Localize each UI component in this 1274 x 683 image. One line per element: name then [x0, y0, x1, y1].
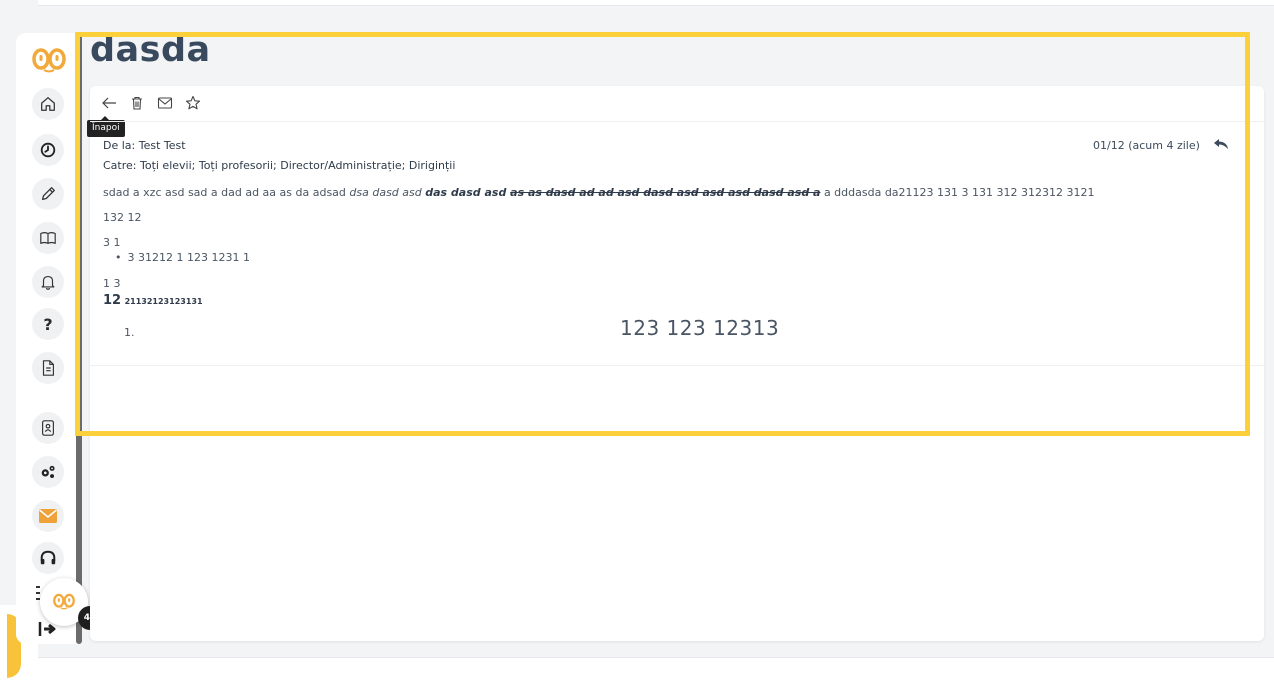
arrow-left-icon — [102, 97, 116, 109]
contact-card-icon — [42, 420, 54, 436]
mail-icon — [39, 509, 57, 523]
message-body-line: 1 3 — [103, 277, 121, 290]
app-logo-small-icon — [53, 593, 75, 610]
message-from: De la: Test Test — [103, 139, 186, 152]
question-icon: ? — [43, 314, 53, 334]
bottom-bar — [38, 657, 1274, 683]
nav-book-button[interactable] — [32, 222, 64, 254]
nav-home-button[interactable] — [32, 88, 64, 120]
nav-contacts-button[interactable] — [32, 412, 64, 444]
nav-history-button[interactable] — [32, 134, 64, 166]
back-tooltip: Înapoi — [87, 116, 125, 137]
star-button[interactable] — [184, 94, 202, 112]
top-bar — [38, 0, 1274, 6]
nav-support-button[interactable] — [32, 542, 64, 574]
ordered-list-number: 1. — [124, 326, 135, 339]
nav-mail-button[interactable] — [32, 500, 64, 532]
nav-settings-button[interactable] — [32, 456, 64, 488]
divider — [90, 121, 1264, 122]
headphones-icon — [40, 550, 56, 565]
sidebar-scrollbar[interactable] — [76, 33, 82, 644]
bell-icon — [41, 276, 55, 290]
message-body-line: 12 21132123123131 — [103, 293, 203, 308]
star-icon — [185, 95, 201, 110]
back-button[interactable] — [100, 94, 118, 112]
app-logo-icon[interactable] — [29, 48, 69, 74]
nav-help-button[interactable]: ? — [32, 308, 64, 340]
message-toolbar — [100, 94, 202, 112]
bullet-list-item: 3 31212 1 123 1231 1 — [115, 251, 250, 264]
mark-unread-button[interactable] — [156, 94, 174, 112]
envelope-icon — [157, 97, 173, 109]
document-icon — [42, 360, 54, 376]
nav-notifications-button[interactable] — [32, 266, 64, 298]
book-icon — [40, 232, 56, 244]
message-body-line: 3 1 — [103, 236, 121, 249]
gears-icon — [41, 465, 55, 479]
clock-icon — [40, 142, 56, 158]
home-icon — [41, 97, 55, 111]
large-text: 123 123 12313 — [620, 316, 780, 340]
message-date: 01/12 (acum 4 zile) — [1093, 139, 1200, 152]
message-recipients: Catre: Toți elevii; Toți profesorii; Dir… — [103, 159, 456, 172]
page-title: dasda — [90, 30, 211, 70]
trash-icon — [132, 96, 142, 110]
nav-edit-button[interactable] — [32, 178, 64, 210]
delete-button[interactable] — [128, 94, 146, 112]
message-body-line: sdad a xzc asd sad a dad ad aa as da ads… — [103, 186, 1095, 199]
nav-documents-button[interactable] — [32, 352, 64, 384]
divider — [90, 365, 1264, 366]
pencil-icon — [41, 187, 55, 201]
message-body-line: 132 12 — [103, 211, 142, 224]
reply-icon[interactable] — [1213, 138, 1229, 150]
